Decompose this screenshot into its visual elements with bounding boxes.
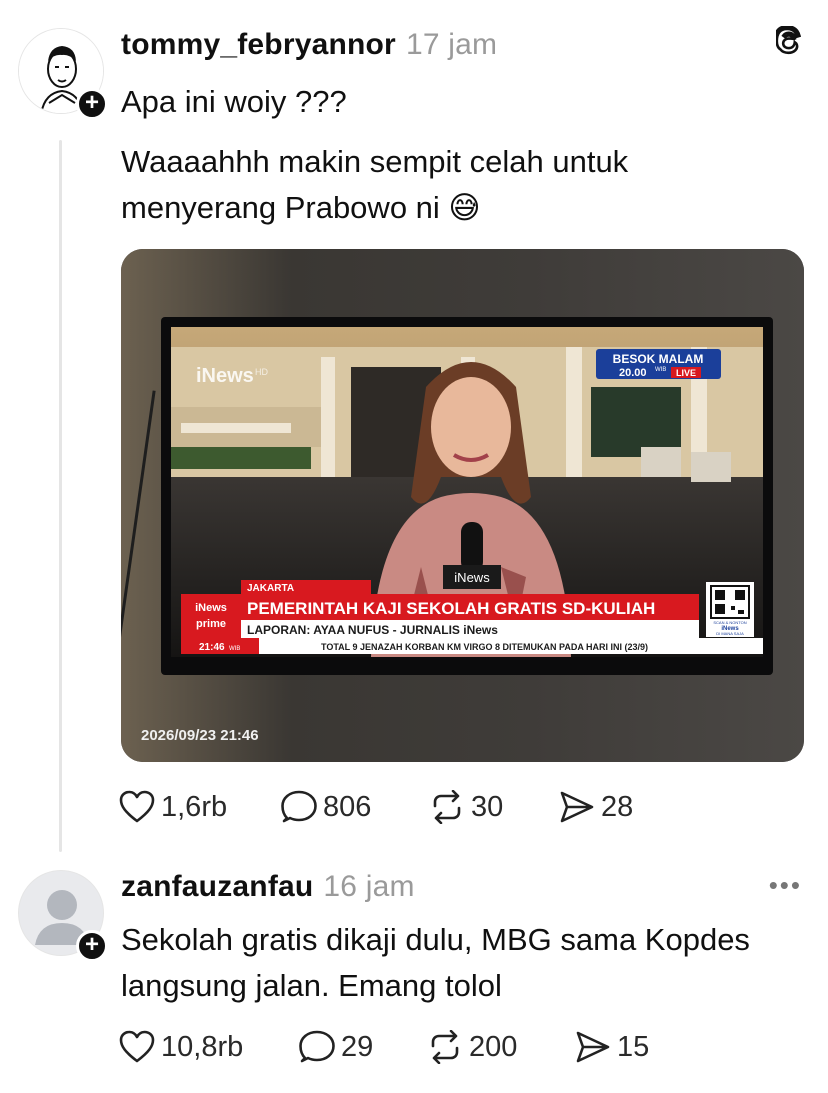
repost-button[interactable]: 30: [429, 790, 559, 824]
repost-count: 200: [469, 1030, 518, 1063]
program-logo-line-2: prime: [196, 618, 226, 630]
reply-time: 16 jam: [323, 870, 415, 903]
like-count: 10,8rb: [161, 1030, 244, 1063]
reply-actions: 10,8rb 29 200 15: [119, 1030, 649, 1064]
heart-icon: [119, 1030, 155, 1063]
post-text-line-2: Waaaahhh makin sempit celah untuk: [121, 144, 629, 179]
plus-icon[interactable]: +: [76, 930, 108, 962]
reply-text-line-1: Sekolah gratis dikaji dulu, MBG sama Kop…: [121, 922, 750, 957]
reply-header: zanfauzanfau 16 jam: [121, 870, 415, 904]
share-count: 28: [601, 790, 634, 823]
post-text-line-3: menyerang Prabowo ni 😅: [121, 190, 481, 225]
promo-live: LIVE: [676, 368, 696, 378]
more-options-icon[interactable]: •••: [769, 870, 802, 901]
report-line: LAPORAN: AYAA NUFUS - JURNALIS iNews: [247, 623, 498, 637]
reply-count: 806: [323, 790, 372, 823]
promo-title: BESOK MALAM: [613, 352, 704, 366]
comment-icon: [281, 790, 317, 823]
tv-broadcast-frame: iNews iNews HD BESOK MALAM 20.00 WIB LIV…: [171, 327, 763, 657]
post-header: tommy_febryannor 17 jam: [121, 28, 497, 62]
reply-button[interactable]: 29: [299, 1030, 427, 1064]
channel-logo: iNews: [196, 365, 254, 387]
tv-set: iNews iNews HD BESOK MALAM 20.00 WIB LIV…: [161, 317, 773, 675]
like-count: 1,6rb: [161, 790, 228, 823]
threads-logo-icon[interactable]: [773, 25, 802, 61]
photo-timestamp: 2026/09/23 21:46: [141, 727, 259, 744]
reply-text-line-2: langsung jalan. Emang tolol: [121, 968, 502, 1003]
share-button[interactable]: 15: [575, 1030, 649, 1064]
reply-button[interactable]: 806: [281, 790, 429, 824]
repost-count: 30: [471, 790, 504, 823]
news-ticker: TOTAL 9 JENAZAH KORBAN KM VIRGO 8 DITEMU…: [321, 642, 648, 652]
post-actions: 1,6rb 806 30 28: [119, 790, 633, 824]
avatar-tommy[interactable]: +: [18, 28, 108, 120]
send-icon: [560, 791, 594, 823]
reply-count: 29: [341, 1030, 374, 1063]
post-time: 17 jam: [405, 28, 498, 61]
channel-hd-badge: HD: [255, 367, 268, 377]
like-button[interactable]: 10,8rb: [119, 1030, 299, 1064]
repost-button[interactable]: 200: [427, 1030, 575, 1064]
post-text-line-1: Apa ini woiy ???: [121, 84, 347, 119]
plus-icon[interactable]: +: [76, 88, 108, 120]
like-button[interactable]: 1,6rb: [119, 790, 281, 824]
repost-icon: [431, 1030, 459, 1064]
share-button[interactable]: 28: [559, 790, 633, 824]
qr-caption-3: DI MANA SAJA: [716, 631, 744, 636]
promo-time: 20.00: [619, 367, 647, 379]
repost-icon: [433, 790, 461, 824]
heart-icon: [119, 790, 155, 823]
thread-connector-line: [59, 140, 62, 852]
send-icon: [576, 1031, 610, 1063]
program-logo-line-1: iNews: [195, 602, 227, 614]
tv-screen: iNews iNews HD BESOK MALAM 20.00 WIB LIV…: [171, 327, 763, 657]
reply-username[interactable]: zanfauzanfau: [121, 870, 313, 903]
mic-label: iNews: [454, 570, 490, 585]
username[interactable]: tommy_febryannor: [121, 28, 396, 61]
comment-icon: [299, 1030, 335, 1063]
avatar-zanfauzanfau[interactable]: +: [18, 870, 108, 962]
location-tag: JAKARTA: [247, 583, 294, 594]
news-headline: PEMERINTAH KAJI SEKOLAH GRATIS SD-KULIAH: [247, 599, 655, 618]
post-image[interactable]: iNews iNews HD BESOK MALAM 20.00 WIB LIV…: [121, 249, 804, 762]
broadcast-clock-wib: WIB: [229, 646, 240, 652]
share-count: 15: [617, 1030, 650, 1063]
broadcast-clock: 21:46: [199, 642, 225, 653]
promo-wib: WIB: [655, 367, 666, 373]
qr-caption-1: SCAN & NONTON: [713, 620, 746, 625]
